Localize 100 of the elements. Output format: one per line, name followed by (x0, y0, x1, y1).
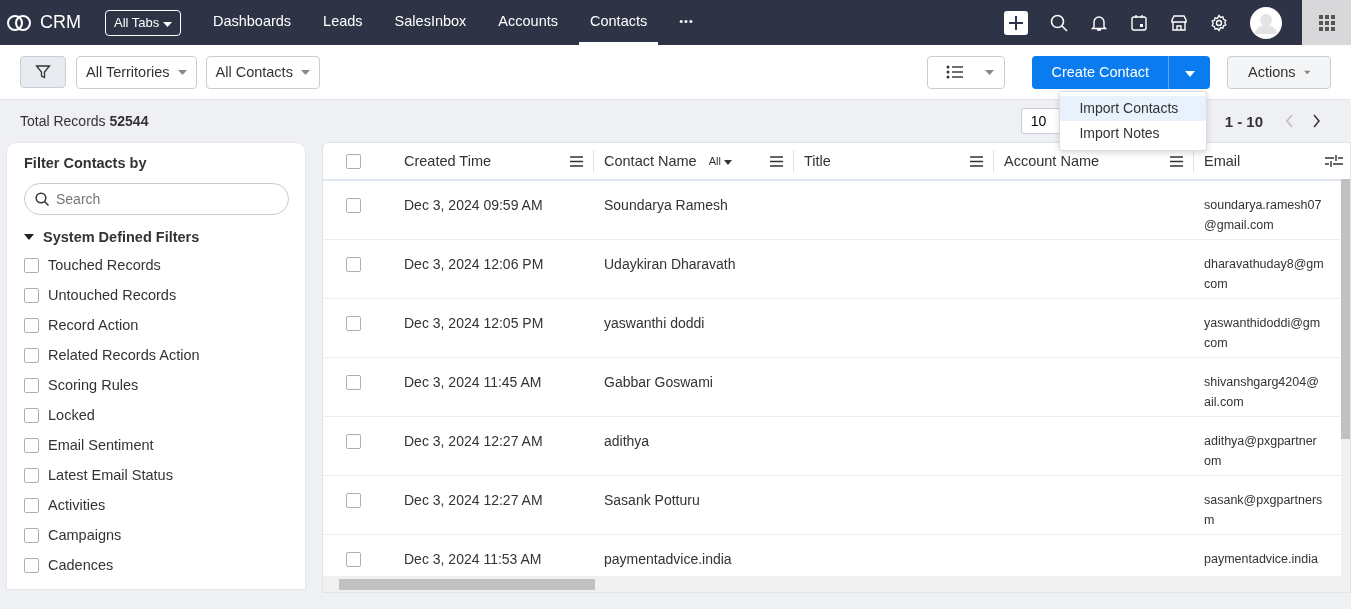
nav-tab[interactable]: SalesInbox (383, 0, 478, 45)
create-options-button[interactable] (1168, 55, 1210, 89)
row-checkbox[interactable] (346, 198, 361, 213)
row-checkbox[interactable] (346, 493, 361, 508)
contact-name-link[interactable]: Gabbar Goswami (604, 374, 713, 390)
filter-panel-title: Filter Contacts by (24, 155, 148, 171)
contact-name-link[interactable]: Udaykiran Dharavath (604, 256, 736, 272)
caret-icon (177, 69, 187, 75)
column-menu-icon[interactable] (570, 155, 583, 167)
search-icon[interactable] (1050, 13, 1068, 32)
contact-name-link[interactable]: adithya (604, 433, 650, 449)
column-settings-icon[interactable] (1324, 155, 1343, 167)
filter-checkbox[interactable] (24, 347, 39, 363)
horizontal-scrollbar[interactable] (323, 576, 1350, 592)
menu-item[interactable]: Import Contacts (1060, 95, 1207, 121)
email-cell: adithya@pxgpartner om (1204, 434, 1317, 468)
filter-checkbox[interactable] (24, 497, 39, 513)
next-page-icon[interactable] (1311, 114, 1321, 128)
collapse-caret-icon[interactable] (24, 234, 34, 240)
more-tabs[interactable]: ••• (668, 0, 705, 45)
row-checkbox[interactable] (346, 375, 361, 390)
email-cell: yaswanthidoddi@gm com (1204, 316, 1321, 350)
filter-checkbox[interactable] (24, 317, 39, 333)
table-cell: Dec 3, 2024 12:05 PM (404, 315, 544, 331)
filter-checkbox[interactable] (24, 257, 39, 273)
table-cell: Dec 3, 2024 12:27 AM (404, 492, 543, 508)
column-header[interactable]: Account Name (1004, 153, 1100, 169)
settings-icon[interactable] (1210, 13, 1228, 32)
vertical-scrollbar[interactable] (1341, 179, 1350, 576)
caret-icon (1303, 69, 1310, 75)
nav-tab[interactable]: Leads (312, 0, 374, 45)
table-cell: Dec 3, 2024 11:53 AM (404, 551, 542, 567)
column-header[interactable]: Email (1204, 153, 1241, 169)
bell-icon[interactable] (1090, 13, 1108, 32)
contact-name-link[interactable]: Sasank Potturu (604, 492, 700, 508)
column-header[interactable]: Title (804, 153, 831, 169)
filter-label: Touched Records (48, 257, 161, 273)
app-grid-icon[interactable] (1318, 14, 1335, 31)
filter-label: Related Records Action (48, 347, 200, 363)
email-cell: sasank@pxgpartners m (1204, 493, 1323, 527)
email-cell: paymentadvice.india (1204, 552, 1318, 566)
avatar-icon[interactable] (1250, 6, 1282, 39)
table-cell: Dec 3, 2024 12:27 AM (404, 433, 543, 449)
nav-tab[interactable]: Accounts (487, 0, 569, 45)
caret-icon (300, 69, 310, 75)
row-checkbox[interactable] (346, 257, 361, 272)
column-menu-icon[interactable] (970, 155, 983, 167)
nav-tab[interactable]: Dashboards (201, 0, 303, 45)
row-checkbox[interactable] (346, 434, 361, 449)
filter-label: Activities (48, 497, 106, 513)
email-cell: soundarya.ramesh07 @gmail.com (1204, 198, 1322, 232)
app-name: CRM (40, 12, 81, 33)
previous-page-icon[interactable] (1285, 114, 1295, 128)
column-header[interactable]: Created Time (404, 153, 492, 169)
row-checkbox[interactable] (346, 316, 361, 331)
filter-search-field[interactable]: Search (24, 183, 289, 215)
calendar-icon[interactable] (1130, 13, 1148, 32)
filter-label: Locked (48, 407, 95, 423)
territory-dropdown[interactable]: All Territories (76, 55, 197, 89)
filter-group-title[interactable]: System Defined Filters (43, 229, 200, 245)
caret-icon (985, 69, 995, 75)
table-cell: Dec 3, 2024 12:06 PM (404, 256, 544, 272)
filter-checkbox[interactable] (24, 377, 39, 393)
table-cell: Dec 3, 2024 11:45 AM (404, 374, 542, 390)
record-range: 1 - 10 (1224, 112, 1263, 130)
list-view-dropdown[interactable] (927, 55, 1006, 89)
filter-checkbox[interactable] (24, 437, 39, 453)
filter-checkbox[interactable] (24, 467, 39, 483)
filter-button[interactable] (20, 56, 66, 88)
caret-icon (162, 22, 172, 27)
filter-label: Record Action (48, 317, 139, 333)
filter-label: Email Sentiment (48, 437, 154, 453)
select-all-checkbox[interactable] (346, 153, 361, 169)
filter-checkbox[interactable] (24, 407, 39, 423)
actions-dropdown[interactable]: Actions (1227, 55, 1331, 89)
contact-name-link[interactable]: yaswanthi doddi (604, 315, 705, 331)
column-menu-icon[interactable] (1170, 155, 1183, 167)
filter-checkbox[interactable] (24, 527, 39, 543)
column-filter-dropdown[interactable]: All (708, 155, 732, 167)
row-checkbox[interactable] (346, 552, 361, 567)
logo-icon (6, 12, 32, 33)
caret-icon (723, 160, 732, 165)
filter-label: Cadences (48, 557, 114, 573)
create-contact-button[interactable]: Create Contact (1032, 55, 1168, 89)
caret-icon (1184, 70, 1195, 77)
filter-icon (35, 64, 51, 80)
contact-name-link[interactable]: paymentadvice.india (604, 551, 732, 567)
plus-icon[interactable] (1004, 10, 1028, 35)
all-tabs-button[interactable]: All Tabs (105, 9, 181, 36)
column-header[interactable]: Contact Name (604, 153, 697, 169)
filter-checkbox[interactable] (24, 287, 39, 303)
column-menu-icon[interactable] (770, 155, 783, 167)
store-icon[interactable] (1170, 13, 1188, 32)
contact-name-link[interactable]: Soundarya Ramesh (604, 197, 728, 213)
email-cell: shivanshgarg4204@ ail.com (1204, 375, 1319, 409)
view-dropdown[interactable]: All Contacts (205, 55, 320, 89)
filter-label: Campaigns (48, 527, 122, 543)
list-icon (946, 65, 965, 79)
filter-label: Scoring Rules (48, 377, 139, 393)
filter-checkbox[interactable] (24, 557, 39, 573)
